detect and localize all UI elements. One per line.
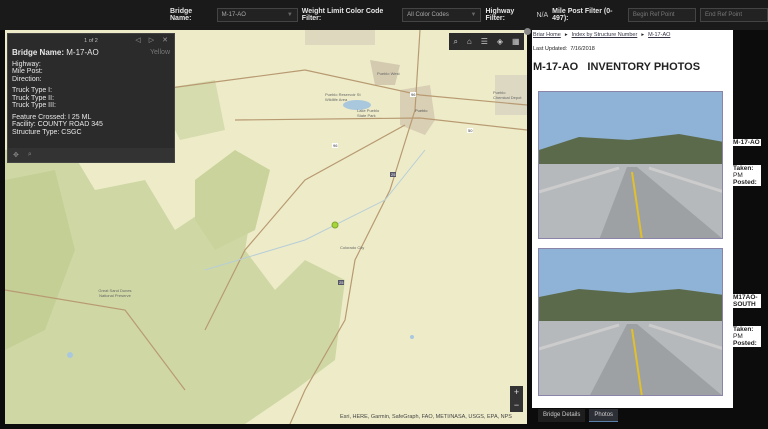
bridge-photo[interactable] xyxy=(538,91,723,239)
popup-field: Truck Type III: xyxy=(12,102,56,109)
bridge-name-value: M-17-AO xyxy=(221,12,246,18)
breadcrumb-index[interactable]: Index by Structure Number xyxy=(572,32,638,38)
page-title: M-17-AO INVENTORY PHOTOS xyxy=(533,61,701,73)
interstate-shield: 25 xyxy=(390,172,397,177)
popup-field: Structure Type: CSGC xyxy=(12,128,82,136)
photo-caption: M-17-AO xyxy=(733,139,761,146)
map-label: Pueblo Chemical Depot xyxy=(493,90,522,100)
interstate-shield: 25 xyxy=(338,280,345,285)
chevron-down-icon: ▼ xyxy=(286,12,293,18)
highway-shield: 96 xyxy=(332,143,339,148)
layers-icon[interactable]: ◈ xyxy=(497,37,503,46)
weight-filter-label: Weight Limit Color Code Filter: xyxy=(301,8,384,22)
updated-value: 7/16/2018 xyxy=(570,46,595,52)
zoom-control: + − xyxy=(510,386,523,412)
tab-bridge-details[interactable]: Bridge Details xyxy=(538,409,586,422)
chevron-down-icon: ▼ xyxy=(470,12,477,18)
search-icon[interactable]: ⌕ xyxy=(453,37,457,47)
popup-field: Mile Post: xyxy=(12,68,43,75)
breadcrumb: Briar Home ▸ Index by Structure Number ▸ M… xyxy=(533,32,671,38)
tab-photos[interactable]: Photos xyxy=(589,409,619,422)
photo-meta: Taken: PM Posted: xyxy=(733,326,761,347)
photo-caption: M17AO-SOUTH xyxy=(733,294,761,308)
map-label: Pueblo Reservoir St Wildlife Area xyxy=(325,92,361,102)
pan-icon[interactable]: ✥ xyxy=(13,151,19,159)
milepost-filter-label: Mile Post Filter (0-497): xyxy=(552,8,613,22)
breadcrumb-home[interactable]: Briar Home xyxy=(533,32,561,38)
photo-meta: Taken: PM Posted: xyxy=(733,165,761,186)
map-label: Pueblo xyxy=(415,108,428,113)
bridge-photo[interactable] xyxy=(538,248,723,396)
basemap-gallery-icon[interactable]: ▦ xyxy=(512,37,520,46)
taken-value: PM xyxy=(733,172,743,179)
popup-field: Direction: xyxy=(12,75,42,83)
begin-ref-input[interactable]: Begin Ref Point xyxy=(627,8,696,22)
end-ref-input[interactable]: End Ref Point xyxy=(699,8,768,22)
map-label: Great Sand Dunes National Preserve xyxy=(98,288,132,298)
popup-title-label: Bridge Name: xyxy=(12,48,65,57)
taken-value: PM xyxy=(733,333,743,340)
popup-pager: 1 of 2 xyxy=(84,37,98,44)
bridge-popup: 1 of 2 ◁ ▷ ✕ Bridge Name: M-17-AO Yellow Hi… xyxy=(7,33,175,163)
panel-collapse-handle[interactable] xyxy=(524,28,531,35)
popup-field: Facility: COUNTY ROAD 345 xyxy=(12,121,103,128)
popup-title-value: M-17-AO xyxy=(66,48,99,57)
highway-shield: 96 xyxy=(410,92,417,97)
previous-icon[interactable]: ◁ xyxy=(135,36,140,44)
photos-panel: Briar Home ▸ Index by Structure Number ▸ M… xyxy=(532,30,733,408)
posted-label: Posted: xyxy=(733,179,757,186)
map-attribution: Esri, HERE, Garmin, SafeGraph, FAO, METI… xyxy=(340,414,512,420)
highway-shield: 50 xyxy=(467,128,474,133)
map-label: Colorado City xyxy=(340,245,365,250)
home-icon[interactable]: ⌂ xyxy=(467,37,472,46)
popup-field: Highway: xyxy=(12,60,41,68)
posted-label: Posted: xyxy=(733,340,757,347)
next-icon[interactable]: ▷ xyxy=(149,36,154,44)
popup-field: Truck Type I: xyxy=(12,87,53,94)
map-label: Lake Pueblo State Park xyxy=(357,108,380,118)
zoom-to-icon[interactable]: ⌕ xyxy=(28,151,32,159)
weight-filter-value: All Color Codes xyxy=(407,12,449,18)
bridge-name-select[interactable]: M-17-AO ▼ xyxy=(216,8,298,22)
legend-list-icon[interactable]: ☰ xyxy=(481,37,488,46)
taken-label: Taken: xyxy=(733,326,754,333)
color-code: Yellow xyxy=(150,49,170,56)
zoom-out-button[interactable]: − xyxy=(510,399,523,412)
close-icon[interactable]: ✕ xyxy=(162,36,168,44)
taken-label: Taken: xyxy=(733,165,754,172)
popup-field: Feature Crossed: I 25 ML xyxy=(12,113,92,121)
panel-tabs: Bridge Details Photos xyxy=(538,409,619,422)
updated-label: Last Updated: xyxy=(533,46,568,52)
highway-filter-value: N/A xyxy=(536,11,549,19)
zoom-in-button[interactable]: + xyxy=(510,386,523,399)
popup-field: Truck Type II: xyxy=(12,94,55,102)
map-label: Pueblo West xyxy=(377,71,400,76)
highway-filter-label: Highway Filter: xyxy=(485,8,515,22)
filter-bar: Bridge Name: M-17-AO ▼ Weight Limit Color… xyxy=(0,0,768,30)
bridge-name-label: Bridge Name: xyxy=(170,8,193,22)
weight-filter-select[interactable]: All Color Codes ▼ xyxy=(402,8,482,22)
breadcrumb-current[interactable]: M-17-AO xyxy=(648,32,670,38)
map-toolbar: ⌕ ⌂ ☰ ◈ ▦ xyxy=(449,33,524,50)
